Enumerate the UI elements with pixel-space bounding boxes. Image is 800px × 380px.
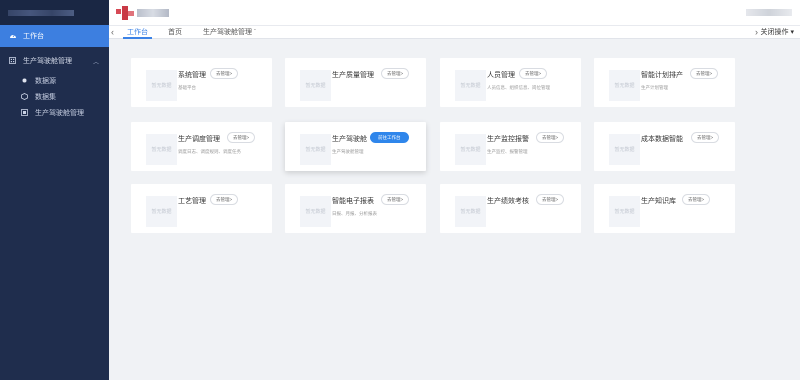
placeholder-thumbnail: 暂无数据 (146, 134, 177, 165)
workbench-content: 暂无数据 系统管理 去管理> 基础平台 暂无数据 生产质量管理 去管理> 暂无数… (109, 39, 800, 380)
close-operations-dropdown[interactable]: 关闭操作 ▾ (761, 26, 794, 39)
module-card[interactable]: 暂无数据 生产监控报警 去管理> 生产监控、报警管理 (440, 122, 581, 171)
card-desc: 人员信息、组织信息、岗位管理 (487, 85, 550, 90)
sidebar-item-datasource[interactable]: 数据源 (0, 73, 109, 89)
sidebar-group-cockpit[interactable]: 生产驾驶舱管理 ︿ (0, 52, 109, 70)
module-card[interactable]: 暂无数据 生产知识库 去管理> (594, 184, 735, 233)
top-header (109, 0, 800, 25)
module-card[interactable]: 暂无数据 生产调度管理 去管理> 调度日志、调度规则、调度任务 (131, 122, 272, 171)
cube-icon (20, 92, 29, 102)
brand-logo (116, 6, 138, 20)
module-card[interactable]: 暂无数据 人员管理 去管理> 人员信息、组织信息、岗位管理 (440, 58, 581, 107)
user-info-blurred[interactable] (746, 9, 792, 16)
card-desc: 生产驾驶舱管理 (332, 149, 364, 154)
tab-label: 生产驾驶舱管理 (203, 29, 252, 36)
dashboard-icon (8, 32, 17, 41)
card-title: 系统管理 (178, 72, 206, 79)
tab-home[interactable]: 首页 (164, 26, 186, 39)
placeholder-thumbnail: 暂无数据 (455, 70, 486, 101)
placeholder-thumbnail: 暂无数据 (609, 196, 640, 227)
card-title: 生产调度管理 (178, 136, 220, 143)
card-title: 智能电子报表 (332, 198, 374, 205)
go-to-workbench-button[interactable]: 前往工作台 (370, 132, 409, 143)
card-title: 生产知识库 (641, 198, 676, 205)
module-card[interactable]: 暂无数据 生产质量管理 去管理> (285, 58, 426, 107)
sidebar-item-dataset[interactable]: 数据集 (0, 89, 109, 105)
dot-icon (20, 78, 29, 85)
chevron-up-icon[interactable]: ︿ (93, 57, 99, 66)
card-desc: 调度日志、调度规则、调度任务 (178, 149, 241, 154)
manage-button[interactable]: 去管理> (381, 68, 410, 79)
placeholder-thumbnail: 暂无数据 (609, 134, 640, 165)
card-desc: 生产计划管理 (641, 85, 668, 90)
manage-button[interactable]: 去管理> (519, 68, 548, 79)
module-card[interactable]: 暂无数据 生产绩效考核 去管理> (440, 184, 581, 233)
card-desc: 基础平台 (178, 85, 196, 90)
manage-button[interactable]: 去管理> (691, 132, 720, 143)
manage-button[interactable]: 去管理> (690, 68, 719, 79)
card-title: 生产监控报警 (487, 136, 529, 143)
manage-button[interactable]: 去管理> (227, 132, 256, 143)
sidebar-item-label: 数据源 (35, 78, 56, 85)
sidebar-logo (0, 0, 109, 25)
placeholder-thumbnail: 暂无数据 (300, 196, 331, 227)
card-title: 工艺管理 (178, 198, 206, 205)
card-title: 生产质量管理 (332, 72, 374, 79)
card-desc: 生产监控、报警管理 (487, 149, 528, 154)
manage-button[interactable]: 去管理> (536, 132, 565, 143)
module-card[interactable]: 暂无数据 智能电子报表 去管理> 日报、月报、分析报表 (285, 184, 426, 233)
placeholder-thumbnail: 暂无数据 (146, 196, 177, 227)
sidebar-item-label: 生产驾驶舱管理 (35, 110, 84, 117)
tab-workbench[interactable]: 工作台 (123, 26, 152, 39)
sidebar-item-workbench[interactable]: 工作台 (0, 25, 109, 47)
placeholder-thumbnail: 暂无数据 (146, 70, 177, 101)
card-title: 智能计划排产 (641, 72, 683, 79)
placeholder-thumbnail: 暂无数据 (455, 134, 486, 165)
sidebar-item-cockpit-manage[interactable]: 生产驾驶舱管理 (0, 105, 109, 121)
module-card[interactable]: 暂无数据 系统管理 去管理> 基础平台 (131, 58, 272, 107)
chevron-left-icon[interactable]: ‹ (111, 27, 114, 38)
module-card[interactable]: 暂无数据 生产驾驶舱 前往工作台 生产驾驶舱管理 (285, 122, 426, 171)
module-card[interactable]: 暂无数据 成本数据智能 去管理> (594, 122, 735, 171)
module-card[interactable]: 暂无数据 工艺管理 去管理> (131, 184, 272, 233)
tab-label: 首页 (168, 29, 182, 36)
card-title: 生产驾驶舱 (332, 136, 367, 143)
chevron-right-icon[interactable]: › (755, 27, 758, 38)
placeholder-thumbnail: 暂无数据 (609, 70, 640, 101)
manage-button[interactable]: 去管理> (210, 194, 239, 205)
manage-button[interactable]: 去管理> (536, 194, 565, 205)
brand-name-blurred (137, 9, 169, 17)
manage-button[interactable]: 去管理> (210, 68, 239, 79)
manage-button[interactable]: 去管理> (381, 194, 410, 205)
tab-label: 工作台 (127, 29, 148, 36)
placeholder-thumbnail: 暂无数据 (300, 134, 331, 165)
card-desc: 日报、月报、分析报表 (332, 211, 377, 216)
sidebar-item-label: 工作台 (23, 33, 44, 40)
placeholder-thumbnail: 暂无数据 (300, 70, 331, 101)
close-ops-label: 关闭操作 (760, 29, 789, 36)
card-title: 生产绩效考核 (487, 198, 529, 205)
module-card[interactable]: 暂无数据 智能计划排产 去管理> 生产计划管理 (594, 58, 735, 107)
sidebar-item-label: 数据集 (35, 94, 56, 101)
close-icon[interactable]: ˘ (254, 30, 256, 36)
tab-cockpit-manage[interactable]: 生产驾驶舱管理 ˘ (199, 26, 260, 39)
logo-text-blurred (8, 9, 74, 16)
manage-button[interactable]: 去管理> (682, 194, 711, 205)
screen-icon (20, 108, 29, 118)
card-title: 成本数据智能 (641, 136, 683, 143)
building-icon (8, 56, 17, 66)
tab-bar: ‹ 工作台 首页 生产驾驶舱管理 ˘ › 关闭操作 ▾ (109, 25, 800, 39)
sidebar-group-label: 生产驾驶舱管理 (23, 58, 72, 65)
card-title: 人员管理 (487, 72, 515, 79)
placeholder-thumbnail: 暂无数据 (455, 196, 486, 227)
sidebar: 工作台 生产驾驶舱管理 ︿ 数据源 数据集 生产驾驶舱管理 (0, 0, 109, 380)
